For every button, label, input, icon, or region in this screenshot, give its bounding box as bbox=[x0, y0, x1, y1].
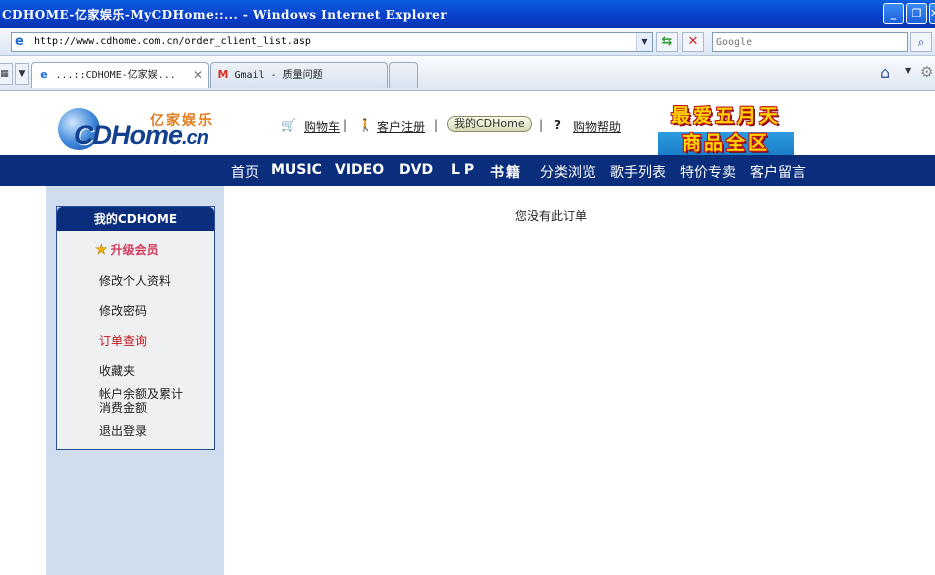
separator: | bbox=[434, 118, 439, 132]
promo-banner[interactable]: 最爱五月天 商品全区 bbox=[658, 98, 794, 155]
address-bar[interactable]: e http://www.cdhome.com.cn/order_client_… bbox=[11, 32, 653, 52]
search-input[interactable] bbox=[713, 33, 903, 51]
star-icon: ★ bbox=[95, 242, 108, 259]
address-url[interactable]: http://www.cdhome.com.cn/order_client_li… bbox=[34, 36, 311, 47]
tab-label: Gmail - 质量问题 bbox=[234, 70, 323, 81]
help-icon: ? bbox=[554, 118, 561, 132]
ie-page-icon: e bbox=[15, 34, 24, 49]
minimize-icon: _ bbox=[890, 7, 897, 20]
close-tab-icon[interactable]: ✕ bbox=[193, 63, 203, 87]
logo-brand-suffix: .cn bbox=[182, 127, 209, 149]
account-menu-panel: 我的CDHOME ★ 升级会员 修改个人资料 修改密码 订单查询 收藏夹 帐户余额… bbox=[56, 206, 215, 450]
nav-dvd[interactable]: DVD bbox=[399, 162, 433, 178]
menu-account-balance-line2[interactable]: 消费金额 bbox=[99, 399, 147, 416]
address-toolbar: e http://www.cdhome.com.cn/order_client_… bbox=[0, 28, 935, 56]
refresh-icon: ⇆ bbox=[661, 34, 673, 49]
menu-change-password[interactable]: 修改密码 bbox=[99, 302, 147, 319]
separator: | bbox=[539, 118, 544, 132]
tab-label: ...::CDHOME-亿家娱... bbox=[55, 70, 176, 81]
no-order-message: 您没有此订单 bbox=[515, 209, 588, 223]
logo-brand-name: CDHome bbox=[74, 120, 183, 150]
quick-tabs-icon: ▦ bbox=[0, 69, 9, 79]
new-tab-button[interactable] bbox=[389, 62, 418, 88]
restore-button[interactable]: ❐ bbox=[906, 3, 927, 24]
gmail-icon: M bbox=[217, 68, 229, 81]
tab-gmail[interactable]: M Gmail - 质量问题 bbox=[210, 62, 388, 88]
nav-lp[interactable]: LP bbox=[451, 162, 478, 178]
menu-favorites[interactable]: 收藏夹 bbox=[99, 362, 135, 379]
register-icon: 🚶 bbox=[358, 118, 373, 132]
help-link[interactable]: 购物帮助 bbox=[573, 118, 621, 135]
nav-specials[interactable]: 特价专卖 bbox=[680, 162, 736, 182]
menu-logout[interactable]: 退出登录 bbox=[99, 422, 147, 439]
logo-brand: CDHome.cn bbox=[74, 120, 209, 151]
banner-line2: 商品全区 bbox=[681, 132, 770, 154]
cart-link[interactable]: 购物车 bbox=[304, 118, 340, 135]
register-link[interactable]: 客户注册 bbox=[377, 118, 425, 135]
quick-tabs-button[interactable]: ▦ bbox=[0, 63, 13, 85]
ie-icon: e bbox=[40, 68, 48, 81]
minimize-button[interactable]: _ bbox=[883, 3, 904, 24]
upgrade-member-link[interactable]: ★ 升级会员 bbox=[95, 241, 159, 259]
nav-music[interactable]: MUSIC bbox=[271, 162, 322, 178]
nav-browse-categories[interactable]: 分类浏览 bbox=[540, 162, 596, 182]
close-window-button[interactable]: ✕ bbox=[929, 3, 935, 24]
home-icon[interactable]: ⌂ bbox=[880, 63, 890, 82]
nav-guestbook[interactable]: 客户留言 bbox=[750, 162, 806, 182]
cart-icon: 🛒 bbox=[281, 118, 296, 132]
nav-video[interactable]: VIDEO bbox=[335, 162, 384, 178]
menu-order-query[interactable]: 订单查询 bbox=[99, 332, 147, 349]
search-box[interactable] bbox=[712, 32, 908, 52]
home-dropdown-icon[interactable]: ▼ bbox=[905, 66, 911, 75]
site-header: 亿家娱乐 CDHome.cn 🛒 购物车 | 🚶 客户注册 | 我的CDHome… bbox=[0, 92, 935, 155]
banner-line1: 最爱五月天 bbox=[670, 105, 781, 127]
site-logo[interactable]: 亿家娱乐 CDHome.cn bbox=[58, 106, 238, 152]
search-button[interactable]: ⌕ bbox=[910, 32, 932, 52]
tab-cdhome[interactable]: e ...::CDHOME-亿家娱... ✕ bbox=[31, 62, 209, 88]
panel-title: 我的CDHOME bbox=[57, 207, 214, 231]
tab-list-dropdown[interactable]: ▼ bbox=[15, 63, 29, 85]
main-nav: 首页 MUSIC VIDEO DVD LP 书籍 分类浏览 歌手列表 特价专卖 … bbox=[0, 155, 935, 186]
nav-books[interactable]: 书籍 bbox=[490, 162, 522, 182]
separator: | bbox=[343, 118, 348, 132]
close-icon: ✕ bbox=[930, 7, 935, 20]
address-dropdown-icon[interactable]: ▼ bbox=[636, 33, 652, 51]
stop-icon: ✕ bbox=[687, 34, 699, 49]
window-title-bar: CDHOME-亿家娱乐-MyCDHome::... - Windows Inte… bbox=[0, 0, 935, 28]
window-title: CDHOME-亿家娱乐-MyCDHome::... - Windows Inte… bbox=[2, 8, 448, 22]
menu-edit-profile[interactable]: 修改个人资料 bbox=[99, 272, 171, 289]
chevron-down-icon: ▼ bbox=[18, 69, 26, 79]
mycdhome-button[interactable]: 我的CDHome bbox=[447, 116, 532, 132]
tab-bar: ▦ ▼ e ...::CDHOME-亿家娱... ✕ M Gmail - 质量问… bbox=[0, 57, 935, 91]
nav-artist-list[interactable]: 歌手列表 bbox=[610, 162, 666, 182]
refresh-button[interactable]: ⇆ bbox=[656, 32, 678, 52]
upgrade-label: 升级会员 bbox=[110, 243, 159, 257]
gear-icon[interactable]: ⚙ bbox=[920, 63, 933, 81]
search-icon: ⌕ bbox=[917, 35, 925, 49]
stop-button[interactable]: ✕ bbox=[682, 32, 704, 52]
nav-home[interactable]: 首页 bbox=[231, 162, 259, 182]
restore-icon: ❐ bbox=[911, 7, 922, 20]
